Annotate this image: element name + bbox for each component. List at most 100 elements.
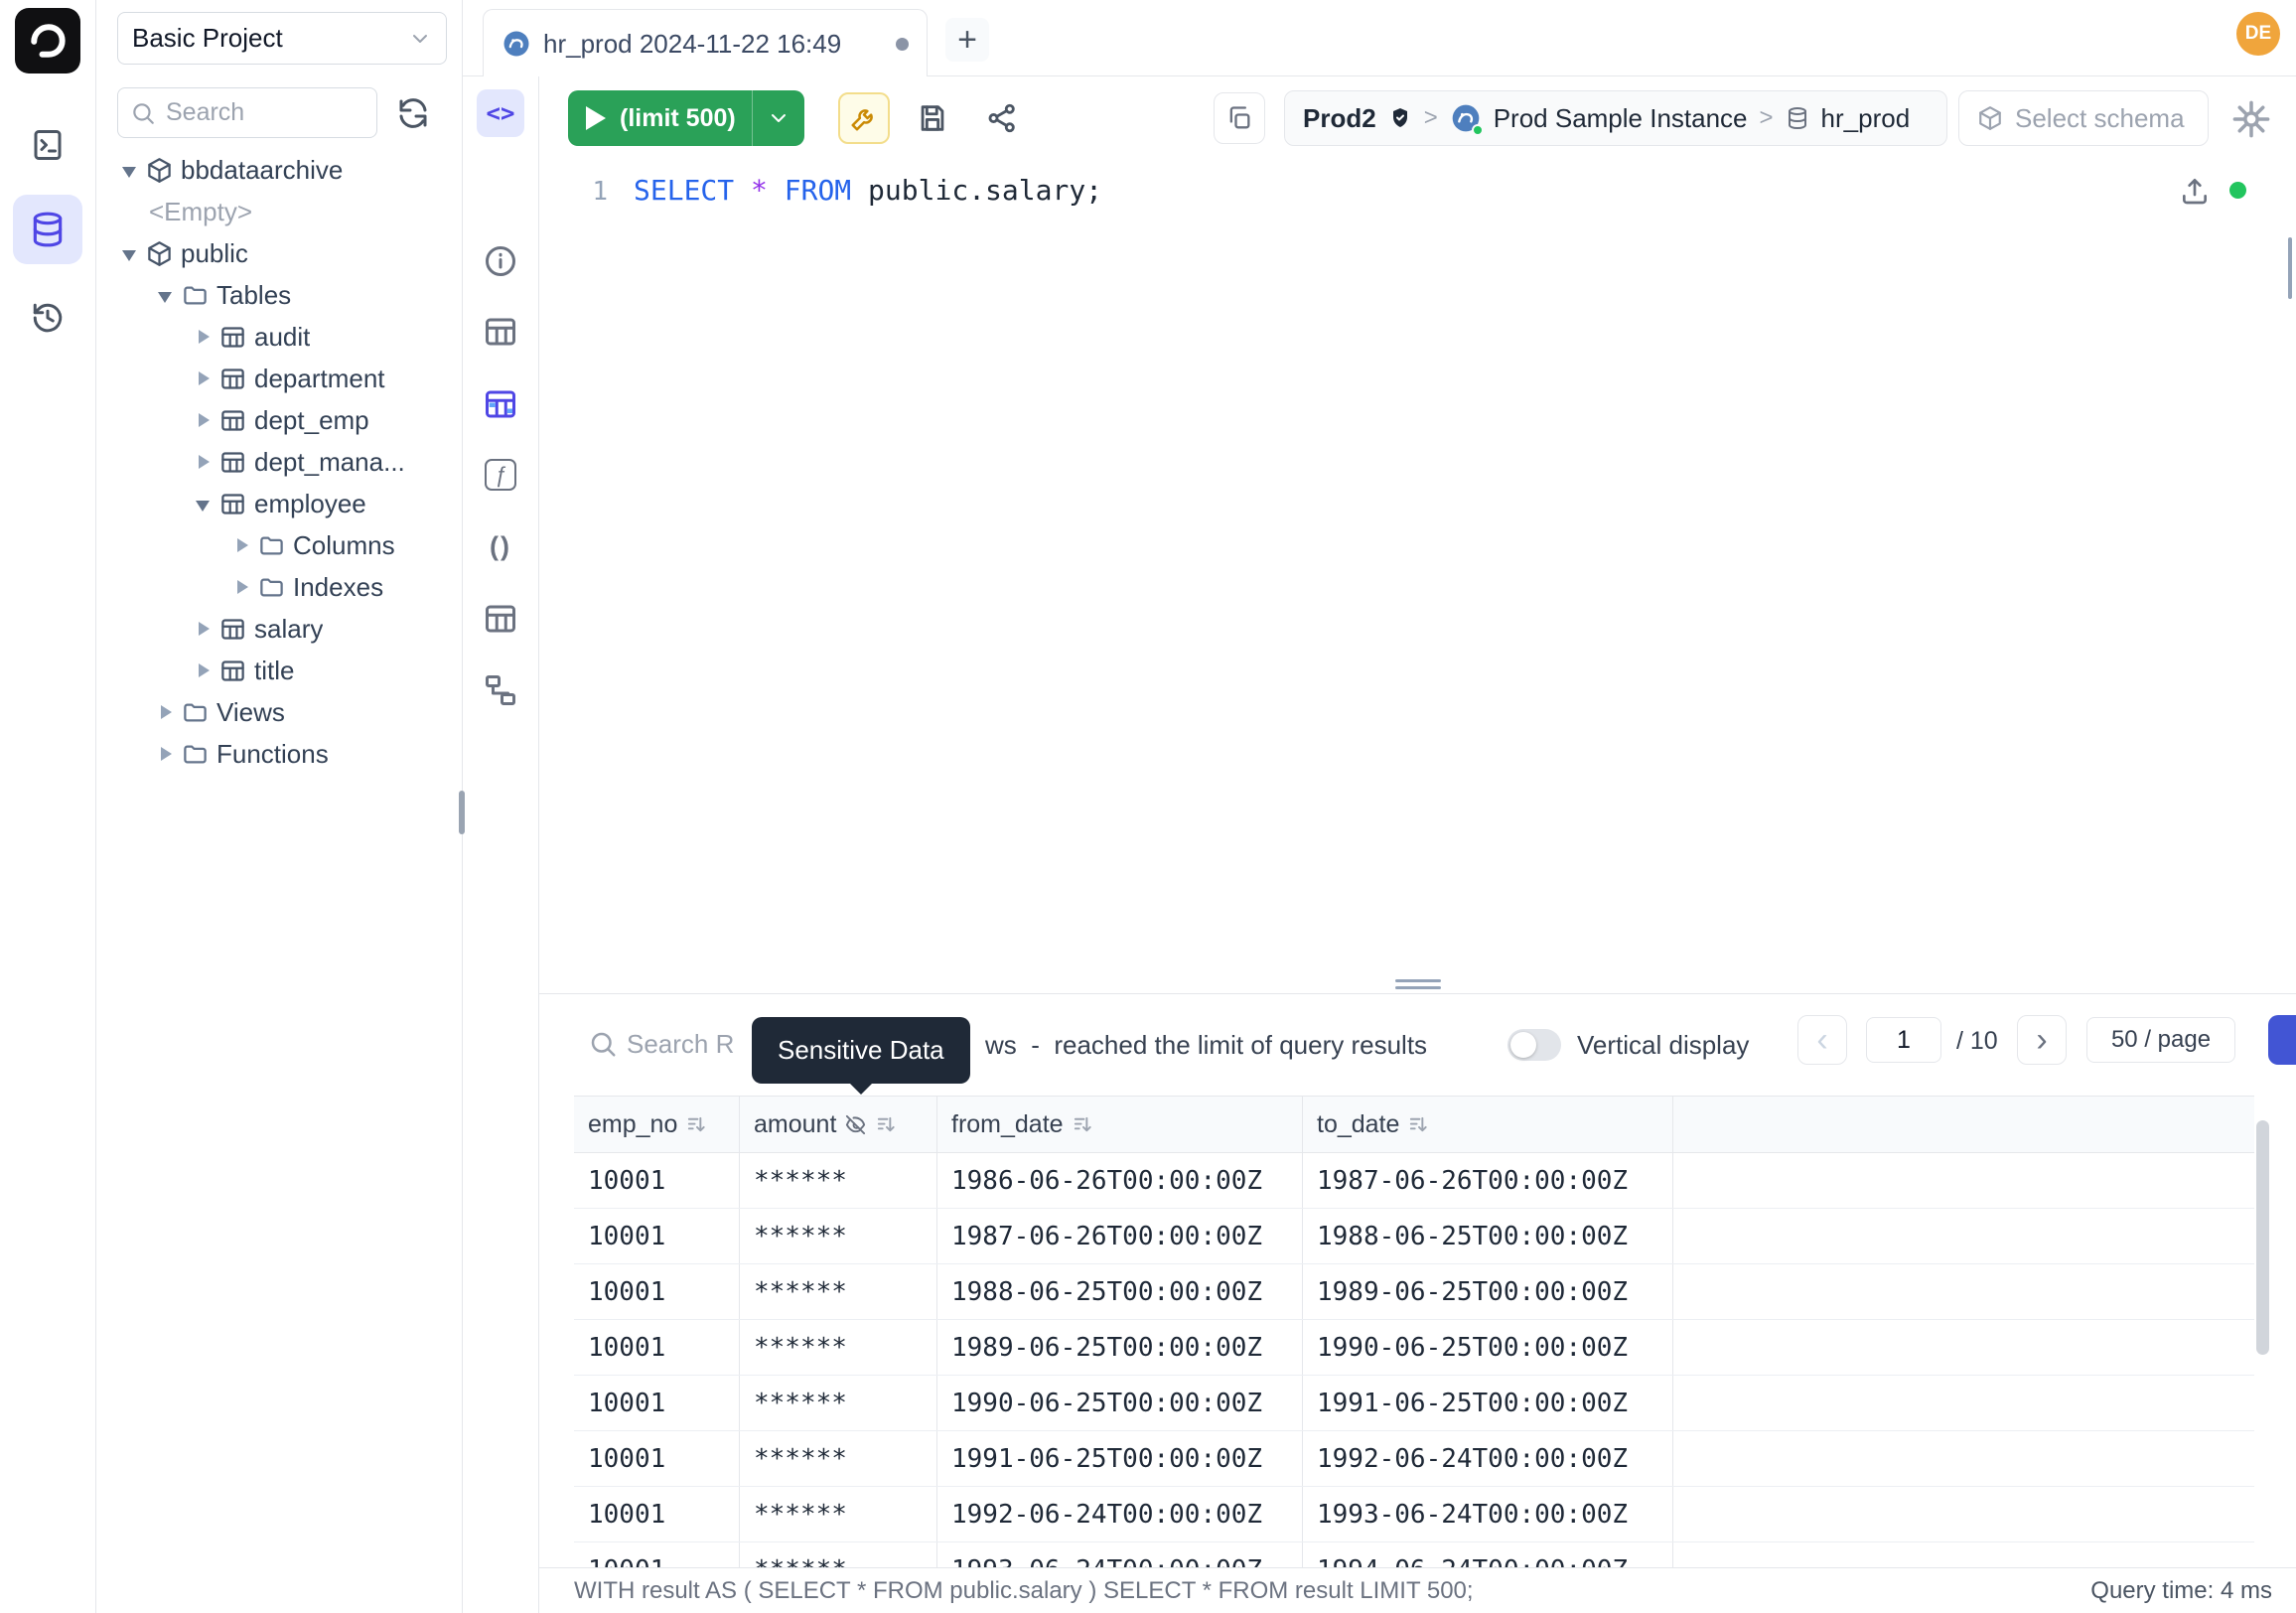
info-icon[interactable] <box>483 243 518 279</box>
cell[interactable]: 10001 <box>574 1320 740 1375</box>
page-number-box[interactable]: 1 <box>1866 1017 1941 1063</box>
cell-masked[interactable]: ****** <box>740 1153 937 1208</box>
chevron-collapsed-icon[interactable] <box>194 328 212 346</box>
cell[interactable]: 1992-06-24T00:00:00Z <box>937 1487 1303 1541</box>
functions-panel-button[interactable]: ƒ <box>483 457 518 493</box>
worksheet-icon[interactable] <box>30 127 66 163</box>
cell[interactable]: 10001 <box>574 1542 740 1567</box>
cell[interactable]: 10001 <box>574 1153 740 1208</box>
table-row[interactable]: 10001 ****** 1988-06-25T00:00:00Z 1989-0… <box>574 1264 2254 1320</box>
chevron-collapsed-icon[interactable] <box>194 369 212 387</box>
table-row[interactable]: 10001 ****** 1992-06-24T00:00:00Z 1993-0… <box>574 1487 2254 1542</box>
cell[interactable]: 10001 <box>574 1264 740 1319</box>
sort-icon[interactable] <box>875 1113 898 1136</box>
refresh-icon[interactable] <box>395 95 431 131</box>
run-query-button[interactable]: (limit 500) <box>568 90 804 146</box>
cell[interactable]: 1987-06-26T00:00:00Z <box>937 1209 1303 1263</box>
database-nav-button[interactable] <box>13 195 82 264</box>
avatar[interactable]: DE <box>2236 12 2280 56</box>
table-scrollbar[interactable] <box>2256 1120 2269 1355</box>
new-tab-button[interactable]: + <box>945 18 989 62</box>
chevron-expanded-icon[interactable] <box>156 286 174 304</box>
chevron-expanded-icon[interactable] <box>120 161 138 179</box>
chevron-collapsed-icon[interactable] <box>232 578 250 596</box>
tree-item-public[interactable]: public <box>96 232 461 274</box>
column-header-from-date[interactable]: from_date <box>937 1097 1303 1152</box>
connection-breadcrumb[interactable]: Prod2 > Prod Sample Instance > hr_prod <box>1284 90 1947 146</box>
copy-connection-button[interactable] <box>1214 92 1265 144</box>
sidebar-search-input[interactable] <box>166 98 364 127</box>
admin-wrench-button[interactable] <box>838 92 890 144</box>
cell[interactable]: 1989-06-25T00:00:00Z <box>937 1320 1303 1375</box>
table-row[interactable]: 10001 ****** 1987-06-26T00:00:00Z 1988-0… <box>574 1209 2254 1264</box>
share-icon[interactable] <box>985 101 1019 135</box>
cell-masked[interactable]: ****** <box>740 1376 937 1430</box>
cell[interactable]: 10001 <box>574 1376 740 1430</box>
tree-item-views[interactable]: Views <box>96 691 461 733</box>
tree-item-functions[interactable]: Functions <box>96 733 461 775</box>
tree-item-audit[interactable]: audit <box>96 316 461 358</box>
sql-editor[interactable]: 1 SELECT * FROM public.salary; <box>539 160 2296 993</box>
chevron-collapsed-icon[interactable] <box>194 661 212 679</box>
sql-editor-view-button[interactable]: <> <box>477 89 524 137</box>
cell[interactable]: 1988-06-25T00:00:00Z <box>1303 1209 1673 1263</box>
sidebar-resizer[interactable] <box>459 791 465 834</box>
cell[interactable]: 10001 <box>574 1209 740 1263</box>
cell-masked[interactable]: ****** <box>740 1320 937 1375</box>
cell[interactable]: 1993-06-24T00:00:00Z <box>1303 1487 1673 1541</box>
prev-page-button[interactable]: ‹ <box>1797 1015 1847 1065</box>
cell[interactable]: 1990-06-25T00:00:00Z <box>1303 1320 1673 1375</box>
export-button-partial[interactable] <box>2268 1015 2296 1065</box>
cell[interactable]: 1989-06-25T00:00:00Z <box>1303 1264 1673 1319</box>
procedures-panel-button[interactable]: () <box>483 528 518 564</box>
tree-item-dept-emp[interactable]: dept_emp <box>96 399 461 441</box>
cell[interactable]: 10001 <box>574 1487 740 1541</box>
tree-item-columns[interactable]: Columns <box>96 524 461 566</box>
app-logo[interactable] <box>15 8 80 73</box>
upload-icon[interactable] <box>2179 175 2211 207</box>
chevron-expanded-icon[interactable] <box>194 495 212 513</box>
next-page-button[interactable]: › <box>2017 1015 2067 1065</box>
cell-masked[interactable]: ****** <box>740 1542 937 1567</box>
table-row[interactable]: 10001 ****** 1986-06-26T00:00:00Z 1987-0… <box>574 1153 2254 1209</box>
cell[interactable]: 1991-06-25T00:00:00Z <box>1303 1376 1673 1430</box>
cell[interactable]: 1994-06-24T00:00:00Z <box>1303 1542 1673 1567</box>
sidebar-search[interactable] <box>117 87 377 138</box>
cell[interactable]: 1991-06-25T00:00:00Z <box>937 1431 1303 1486</box>
chevron-expanded-icon[interactable] <box>120 244 138 262</box>
tree-item-employee[interactable]: employee <box>96 483 461 524</box>
cell-masked[interactable]: ****** <box>740 1264 937 1319</box>
page-size-select[interactable]: 50 / page <box>2086 1017 2235 1063</box>
column-header-to-date[interactable]: to_date <box>1303 1097 1673 1152</box>
chevron-collapsed-icon[interactable] <box>194 411 212 429</box>
ai-assistant-icon[interactable] <box>2230 98 2272 140</box>
cell[interactable]: 1988-06-25T00:00:00Z <box>937 1264 1303 1319</box>
eye-off-icon[interactable] <box>844 1113 867 1136</box>
sort-icon[interactable] <box>1407 1113 1430 1136</box>
editor-scrollbar[interactable] <box>2288 237 2292 299</box>
vertical-display-toggle[interactable] <box>1507 1029 1561 1061</box>
history-icon[interactable] <box>30 300 66 336</box>
select-schema-button[interactable]: Select schema <box>1958 90 2209 146</box>
sort-icon[interactable] <box>685 1113 708 1136</box>
run-options-dropdown[interactable] <box>752 90 804 146</box>
save-icon[interactable] <box>916 101 949 135</box>
tree-item-title[interactable]: title <box>96 650 461 691</box>
tree-item-tables[interactable]: Tables <box>96 274 461 316</box>
chevron-collapsed-icon[interactable] <box>194 453 212 471</box>
cell[interactable]: 1986-06-26T00:00:00Z <box>937 1153 1303 1208</box>
cell[interactable]: 1993-06-24T00:00:00Z <box>937 1542 1303 1567</box>
cell[interactable]: 1992-06-24T00:00:00Z <box>1303 1431 1673 1486</box>
external-table-icon[interactable] <box>483 601 518 637</box>
table-row[interactable]: 10001 ****** 1990-06-25T00:00:00Z 1991-0… <box>574 1376 2254 1431</box>
tab-worksheet[interactable]: hr_prod 2024-11-22 16:49 <box>483 9 928 77</box>
cell-masked[interactable]: ****** <box>740 1487 937 1541</box>
column-header-emp-no[interactable]: emp_no <box>574 1097 740 1152</box>
cell[interactable]: 10001 <box>574 1431 740 1486</box>
schema-diagram-icon[interactable] <box>483 672 518 708</box>
chevron-collapsed-icon[interactable] <box>232 536 250 554</box>
column-header-amount[interactable]: amount <box>740 1097 937 1152</box>
cell-masked[interactable]: ****** <box>740 1209 937 1263</box>
panel-resize-grip[interactable] <box>1395 979 1441 989</box>
chevron-collapsed-icon[interactable] <box>194 620 212 638</box>
